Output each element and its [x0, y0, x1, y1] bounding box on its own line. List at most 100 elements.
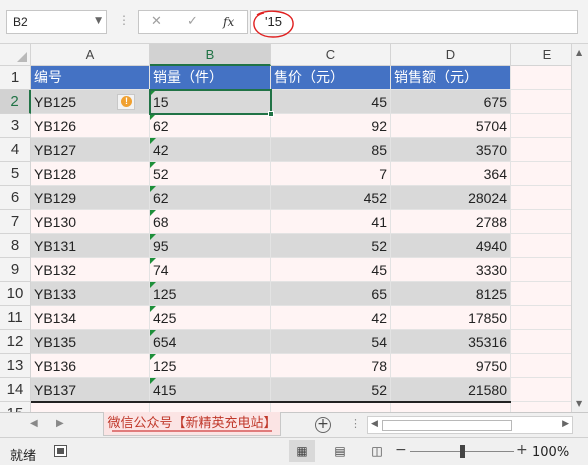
- row-header[interactable]: 4: [0, 138, 31, 162]
- sales-cell[interactable]: 2788: [391, 210, 511, 234]
- table-cell[interactable]: [31, 402, 150, 412]
- id-cell[interactable]: YB136: [31, 354, 150, 378]
- column-header-d[interactable]: D: [391, 44, 511, 66]
- zoom-in-button[interactable]: +: [516, 442, 528, 458]
- id-cell[interactable]: YB135: [31, 330, 150, 354]
- table-cell[interactable]: [271, 402, 391, 412]
- price-cell[interactable]: 85: [271, 138, 391, 162]
- price-cell[interactable]: 54: [271, 330, 391, 354]
- sales-cell[interactable]: 9750: [391, 354, 511, 378]
- price-cell[interactable]: 452: [271, 186, 391, 210]
- qty-cell[interactable]: 415: [150, 378, 271, 402]
- column-header-b[interactable]: B: [150, 44, 271, 66]
- insert-function-icon[interactable]: fx: [223, 15, 234, 29]
- scroll-left-icon[interactable]: ◀: [371, 419, 378, 429]
- page-break-view-icon[interactable]: ◫: [364, 440, 390, 462]
- price-cell[interactable]: 92: [271, 114, 391, 138]
- worksheet-grid[interactable]: ABCDE 1 编号 销量（件） 售价（元） 销售额（元） 2 YB125 15 45 675 3 Y…: [0, 44, 588, 412]
- qty-cell[interactable]: 654: [150, 330, 271, 354]
- table-header-cell[interactable]: 编号: [31, 66, 150, 90]
- row-header[interactable]: 8: [0, 234, 31, 258]
- sales-cell[interactable]: 21580: [391, 378, 511, 402]
- horizontal-scrollbar[interactable]: ◀ ▶: [367, 416, 573, 434]
- error-warning-button[interactable]: !: [117, 94, 135, 110]
- id-cell[interactable]: YB133: [31, 282, 150, 306]
- scroll-down-icon[interactable]: ▼: [576, 399, 582, 408]
- prev-sheet-icon[interactable]: ◀: [30, 418, 38, 429]
- fill-handle[interactable]: [268, 111, 274, 117]
- table-header-cell[interactable]: 售价（元）: [271, 66, 391, 90]
- table-header-cell[interactable]: 销量（件）: [150, 66, 271, 90]
- zoom-slider-thumb[interactable]: [460, 445, 465, 458]
- row-header[interactable]: 1: [0, 66, 31, 90]
- scroll-right-icon[interactable]: ▶: [562, 419, 569, 429]
- row-header[interactable]: 11: [0, 306, 31, 330]
- sales-cell[interactable]: 28024: [391, 186, 511, 210]
- sales-cell[interactable]: 364: [391, 162, 511, 186]
- sales-cell[interactable]: 8125: [391, 282, 511, 306]
- zoom-percent[interactable]: 100%: [532, 445, 569, 460]
- name-box[interactable]: B2 ▼: [6, 10, 107, 34]
- price-cell[interactable]: 65: [271, 282, 391, 306]
- qty-cell[interactable]: 125: [150, 282, 271, 306]
- qty-cell[interactable]: 52: [150, 162, 271, 186]
- row-header[interactable]: 9: [0, 258, 31, 282]
- chevron-down-icon[interactable]: ▼: [95, 16, 102, 26]
- row-header[interactable]: 2: [0, 90, 31, 114]
- id-cell[interactable]: YB134: [31, 306, 150, 330]
- normal-view-icon[interactable]: ▦: [289, 440, 315, 462]
- id-cell[interactable]: YB130: [31, 210, 150, 234]
- cancel-icon[interactable]: ✕: [151, 14, 162, 29]
- formula-input[interactable]: '15: [250, 10, 578, 34]
- id-cell[interactable]: YB132: [31, 258, 150, 282]
- id-cell[interactable]: YB137: [31, 378, 150, 402]
- more-options-icon[interactable]: ⋮: [118, 13, 130, 27]
- scroll-up-icon[interactable]: ▲: [576, 48, 582, 57]
- row-header[interactable]: 14: [0, 378, 31, 402]
- row-header[interactable]: 13: [0, 354, 31, 378]
- row-header[interactable]: 15: [0, 402, 31, 412]
- sales-cell[interactable]: 5704: [391, 114, 511, 138]
- add-sheet-button[interactable]: +: [315, 417, 331, 433]
- price-cell[interactable]: 42: [271, 306, 391, 330]
- macro-record-icon[interactable]: [54, 445, 67, 457]
- page-layout-view-icon[interactable]: ▤: [327, 440, 353, 462]
- id-cell[interactable]: YB131: [31, 234, 150, 258]
- enter-icon[interactable]: ✓: [187, 14, 198, 29]
- column-header-a[interactable]: A: [31, 44, 150, 66]
- sales-cell[interactable]: 675: [391, 90, 511, 114]
- qty-cell[interactable]: 95: [150, 234, 271, 258]
- qty-cell[interactable]: 125: [150, 354, 271, 378]
- more-options-icon[interactable]: ⋮: [350, 417, 361, 430]
- table-cell[interactable]: [150, 402, 271, 412]
- row-header[interactable]: 12: [0, 330, 31, 354]
- qty-cell[interactable]: 425: [150, 306, 271, 330]
- sales-cell[interactable]: 4940: [391, 234, 511, 258]
- id-cell[interactable]: YB128: [31, 162, 150, 186]
- price-cell[interactable]: 7: [271, 162, 391, 186]
- row-header[interactable]: 7: [0, 210, 31, 234]
- price-cell[interactable]: 52: [271, 234, 391, 258]
- qty-cell[interactable]: 42: [150, 138, 271, 162]
- price-cell[interactable]: 41: [271, 210, 391, 234]
- id-cell[interactable]: YB127: [31, 138, 150, 162]
- qty-cell[interactable]: 62: [150, 114, 271, 138]
- table-cell[interactable]: [391, 402, 511, 412]
- scrollbar-thumb[interactable]: [382, 420, 512, 431]
- qty-cell[interactable]: 74: [150, 258, 271, 282]
- price-cell[interactable]: 45: [271, 258, 391, 282]
- id-cell[interactable]: YB126: [31, 114, 150, 138]
- column-header-c[interactable]: C: [271, 44, 391, 66]
- price-cell[interactable]: 52: [271, 378, 391, 402]
- sales-cell[interactable]: 3570: [391, 138, 511, 162]
- row-header[interactable]: 10: [0, 282, 31, 306]
- sheet-tab-active[interactable]: 微信公众号【新精英充电站】: [103, 412, 281, 436]
- row-header[interactable]: 5: [0, 162, 31, 186]
- row-header[interactable]: 3: [0, 114, 31, 138]
- sales-cell[interactable]: 17850: [391, 306, 511, 330]
- qty-cell[interactable]: 62: [150, 186, 271, 210]
- table-header-cell[interactable]: 销售额（元）: [391, 66, 511, 90]
- next-sheet-icon[interactable]: ▶: [56, 418, 64, 429]
- select-all-corner[interactable]: [0, 44, 31, 66]
- sales-cell[interactable]: 3330: [391, 258, 511, 282]
